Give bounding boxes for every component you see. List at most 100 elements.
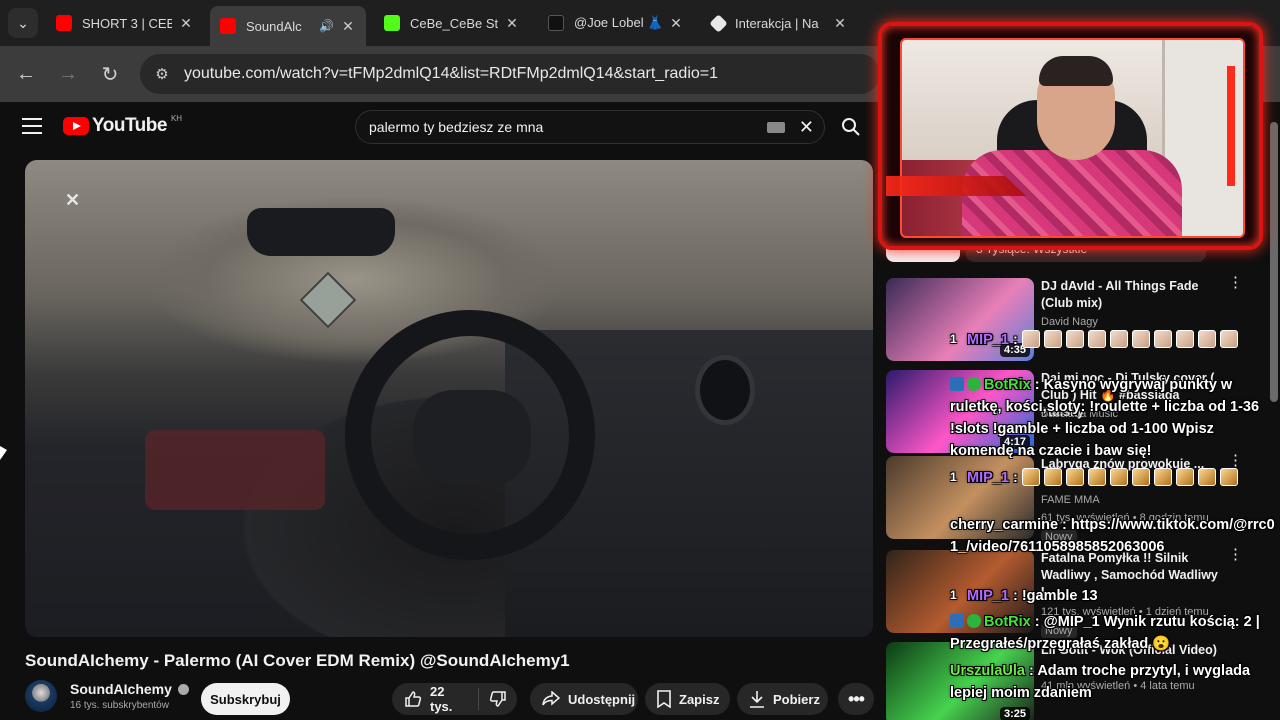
verified-badge-icon	[967, 377, 981, 391]
subscribe-button[interactable]: Subskrybuj	[201, 683, 290, 715]
chat-username: MIP_1	[967, 470, 1009, 486]
search-input[interactable]: palermo ty bedziesz ze mna	[369, 119, 767, 135]
video-frame-mirror	[247, 208, 395, 256]
emote-icon	[1065, 330, 1084, 348]
browser-tab[interactable]: SHORT 3 | CEB ✕	[46, 6, 204, 40]
reload-icon[interactable]: ↻	[96, 60, 124, 88]
more-actions-button[interactable]: •••	[838, 683, 874, 715]
subscriber-count: 16 tys. subskrybentów	[70, 700, 169, 711]
channel-name[interactable]: SoundAIchemy	[70, 681, 172, 697]
youtube-play-icon	[63, 117, 89, 135]
tab-title: @Joe Lobel 👗	[574, 15, 662, 30]
stream-chat-overlay: 1 MIP_1 : BotRix : Kasyno wygrywaj punkty…	[950, 320, 1280, 720]
emote-icon	[1219, 330, 1238, 348]
video-frame-air-freshener	[299, 271, 357, 329]
emote-icon	[1021, 468, 1040, 486]
clear-search-icon[interactable]: ✕	[799, 117, 814, 138]
emote-icon	[1109, 330, 1128, 348]
back-icon[interactable]: ←	[12, 60, 40, 88]
youtube-favicon-icon	[220, 18, 236, 34]
chat-separator: :	[1012, 588, 1018, 604]
close-icon[interactable]: ✕	[340, 18, 356, 35]
chevron-down-icon: ⌄	[17, 14, 29, 31]
emote-icon	[1065, 468, 1084, 486]
chat-separator: :	[1062, 517, 1067, 533]
site-settings-icon[interactable]: ⚙	[148, 60, 176, 88]
sub-badge: 1	[950, 332, 957, 346]
search-icon	[842, 118, 860, 136]
chat-username: MIP_1	[967, 588, 1009, 604]
chat-message: 1 MIP_1 :	[950, 466, 1280, 489]
share-label: Udostępnij	[568, 691, 636, 707]
recommendation-title[interactable]: DJ dAvId - All Things Fade (Club mix)	[1041, 278, 1221, 312]
close-icon[interactable]: ✕	[668, 15, 684, 32]
close-icon[interactable]: ✕	[178, 15, 194, 32]
browser-tab-active[interactable]: SoundAlc 🔊 ✕	[210, 6, 366, 46]
bookmark-icon	[657, 690, 671, 708]
diamond-favicon-icon	[709, 13, 728, 33]
video-frame-vent	[695, 355, 755, 425]
video-frame-trim	[145, 430, 325, 510]
browser-tab[interactable]: @Joe Lobel 👗 ✕	[538, 6, 694, 40]
webcam-frame-accent	[886, 176, 1026, 196]
mouse-cursor-icon	[0, 446, 8, 460]
chat-separator: :	[1034, 377, 1040, 393]
emote-icon	[1021, 330, 1040, 348]
download-icon	[749, 690, 765, 708]
search-box[interactable]: palermo ty bedziesz ze mna ✕	[355, 110, 825, 144]
emote-icon	[1175, 330, 1194, 348]
tab-title: SoundAlc	[246, 18, 302, 34]
emote-icon	[1197, 330, 1216, 348]
save-button[interactable]: Zapisz	[645, 683, 730, 715]
dislike-icon[interactable]	[489, 690, 507, 708]
chat-message: 1 MIP_1 :	[950, 328, 1280, 351]
emote-icon	[1153, 468, 1172, 486]
like-count[interactable]: 22 tys.	[430, 684, 464, 714]
search-button[interactable]	[828, 110, 874, 144]
forward-icon[interactable]: →	[54, 60, 82, 88]
download-label: Pobierz	[773, 691, 820, 707]
browser-tab[interactable]: CeBe_CeBe St ✕	[374, 6, 530, 40]
emote-icon	[1087, 330, 1106, 348]
browser-tab[interactable]: Interakcja | Na ✕	[702, 6, 858, 40]
emote-icon	[1087, 468, 1106, 486]
chat-separator: :	[1012, 332, 1018, 348]
close-icon[interactable]: ✕	[832, 15, 848, 32]
tab-search-button[interactable]: ⌄	[8, 8, 38, 38]
video-frame-wheel-hub	[413, 390, 531, 485]
like-icon[interactable]	[404, 690, 422, 708]
webcam-person-hair	[1039, 56, 1113, 86]
channel-owner: SoundAIchemy 16 tys. subskrybentów	[25, 680, 189, 712]
address-bar[interactable]: ⚙ youtube.com/watch?v=tFMp2dmlQ14&list=R…	[140, 54, 880, 94]
emote-icon	[1131, 468, 1150, 486]
chat-username: UrszulaUla	[950, 663, 1025, 679]
emote-icon	[1109, 468, 1128, 486]
speaker-icon[interactable]: 🔊	[319, 19, 334, 33]
youtube-header: YouTube KH palermo ty bedziesz ze mna ✕	[0, 102, 880, 152]
bot-badge-icon	[950, 377, 964, 391]
keyboard-icon[interactable]	[766, 121, 785, 133]
video-player[interactable]: ✕	[25, 160, 873, 637]
download-button[interactable]: Pobierz	[737, 683, 828, 715]
chat-separator: :	[1028, 663, 1034, 679]
chat-message: 1 MIP_1 : !gamble 13	[950, 584, 1280, 607]
chat-message: UrszulaUla : Adam troche przytyl, i wygl…	[950, 660, 1280, 704]
chat-username: cherry_carmine	[950, 517, 1059, 533]
emote-icon	[1219, 468, 1238, 486]
divider	[478, 688, 479, 710]
emote-icon	[1043, 330, 1062, 348]
channel-avatar[interactable]	[25, 680, 57, 712]
share-button[interactable]: Udostępnij	[530, 683, 638, 715]
youtube-favicon-icon	[56, 15, 72, 31]
more-vertical-icon[interactable]: ⋮	[1228, 275, 1243, 290]
menu-icon[interactable]	[22, 118, 42, 134]
emote-icon	[1043, 468, 1062, 486]
chat-username: BotRix	[984, 377, 1031, 393]
emote-icon	[1131, 330, 1150, 348]
chat-separator: :	[1034, 614, 1040, 630]
chat-message: cherry_carmine : https://www.tiktok.com/…	[950, 514, 1280, 558]
webcam-feed	[900, 38, 1245, 238]
url-text[interactable]: youtube.com/watch?v=tFMp2dmlQ14&list=RDt…	[184, 65, 718, 83]
close-icon[interactable]: ✕	[504, 15, 520, 32]
youtube-logo[interactable]: YouTube KH	[63, 114, 182, 137]
